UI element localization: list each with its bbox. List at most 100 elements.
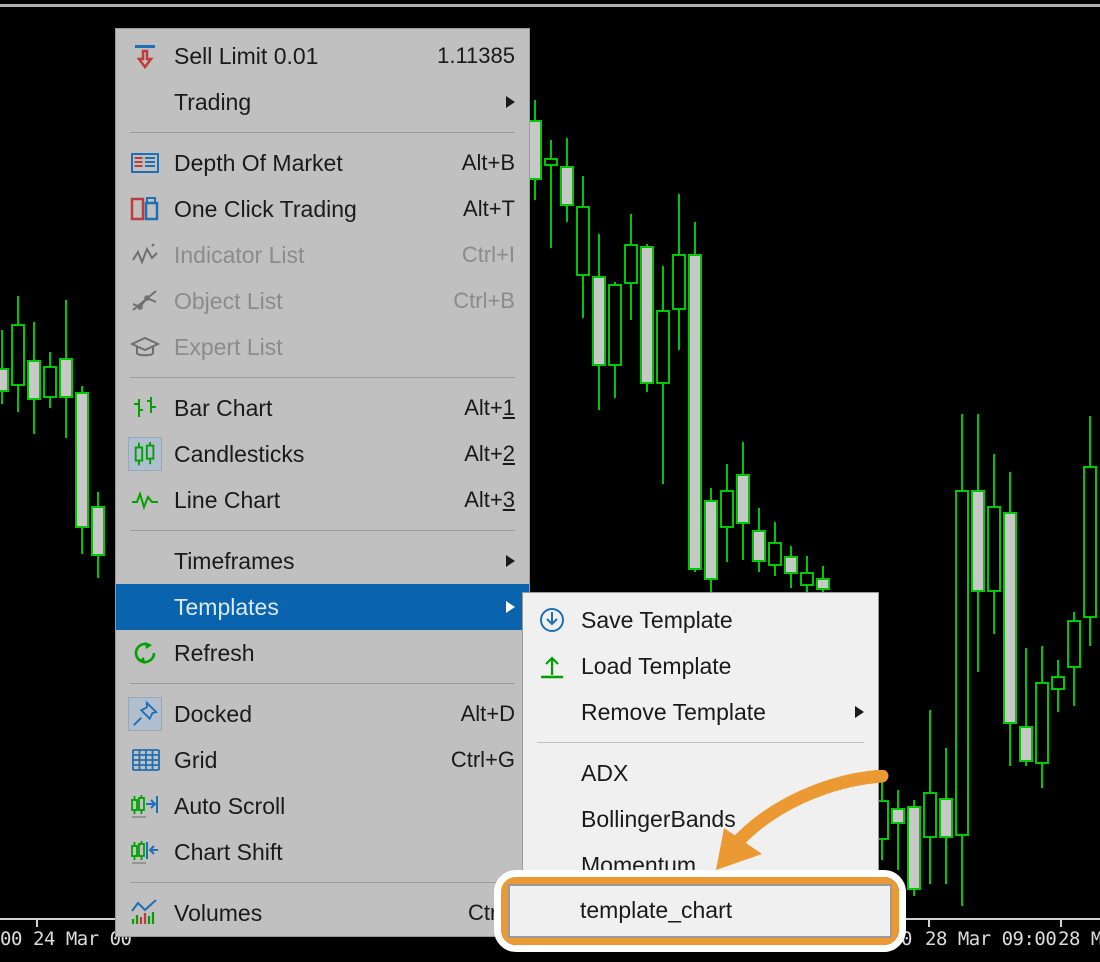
candlesticks-icon — [128, 437, 162, 471]
menu-item-line-chart[interactable]: Line Chart Alt+3 — [116, 477, 529, 523]
menu-item-timeframes[interactable]: Timeframes — [116, 538, 529, 584]
menu-item-label: Templates — [174, 593, 279, 620]
candle-body — [704, 500, 718, 580]
menu-separator — [130, 882, 515, 883]
candlestick — [800, 556, 814, 596]
menu-item-auto-scroll[interactable]: Auto Scroll — [116, 783, 529, 829]
candle-body — [923, 792, 937, 838]
candle-body — [1035, 682, 1049, 764]
menu-separator — [130, 377, 515, 378]
candle-body — [891, 808, 905, 824]
candlestick — [0, 330, 9, 404]
candle-body — [656, 310, 670, 384]
menu-item-shortcut: Alt+1 — [464, 395, 515, 420]
submenu-item-bollingerbands[interactable]: BollingerBands — [523, 796, 878, 842]
candle-wick — [1, 330, 3, 404]
menu-item-shortcut: Ctrl+ — [467, 900, 515, 925]
candle-body — [576, 206, 590, 276]
menu-item-trading[interactable]: Trading — [116, 79, 529, 125]
candle-body — [640, 246, 654, 384]
chart-context-menu[interactable]: Sell Limit 0.01 1.11385 Trading Depth Of Ma… — [115, 28, 530, 937]
candlestick — [560, 138, 574, 222]
submenu-item-label: Momentum — [581, 851, 697, 878]
sell-limit-arrow-icon — [128, 39, 162, 73]
refresh-icon — [128, 636, 162, 670]
menu-separator — [130, 132, 515, 133]
candle-body — [784, 556, 798, 574]
submenu-item-label: Load Template — [581, 652, 732, 679]
templates-submenu[interactable]: Save Template Load Template Remove Templat… — [522, 592, 879, 893]
candlestick — [891, 790, 905, 870]
submenu-item-label: Remove Template — [581, 698, 766, 725]
candle-body — [0, 368, 9, 392]
candle-body — [672, 254, 686, 310]
submenu-item-template_chart[interactable]: template_chart — [522, 897, 862, 924]
chevron-right-icon — [506, 96, 515, 108]
candle-body — [971, 490, 985, 592]
candlestick — [624, 214, 638, 320]
menu-item-docked[interactable]: Docked Alt+D — [116, 691, 529, 737]
submenu-separator — [537, 742, 864, 743]
menu-item-shortcut: Alt+D — [460, 701, 515, 726]
candlestick — [91, 492, 105, 578]
candlestick — [544, 140, 558, 248]
candle-body — [688, 254, 702, 570]
candle-body — [624, 244, 638, 284]
candle-body — [955, 490, 969, 836]
candle-body — [939, 798, 953, 838]
candle-body — [608, 284, 622, 366]
menu-item-templates[interactable]: Templates — [116, 584, 529, 630]
menu-item-label: Depth Of Market — [174, 149, 343, 176]
candle-body — [1019, 726, 1033, 762]
candlestick — [640, 244, 654, 392]
menu-item-label: Refresh — [174, 639, 255, 666]
candlestick — [907, 800, 921, 896]
candlestick — [11, 296, 25, 412]
menu-item-one-click-trading[interactable]: One Click Trading Alt+T — [116, 186, 529, 232]
candlestick — [939, 748, 953, 884]
submenu-item-save-template[interactable]: Save Template — [523, 597, 878, 643]
candle-body — [59, 358, 73, 398]
menu-item-shortcut: Alt+T — [463, 196, 515, 221]
menu-item-bar-chart[interactable]: Bar Chart Alt+1 — [116, 385, 529, 431]
candlestick — [59, 300, 73, 438]
menu-item-label: Grid — [174, 746, 218, 773]
menu-item-sell-limit-0-01[interactable]: Sell Limit 0.01 1.11385 — [116, 33, 529, 79]
axis-label: 00 — [890, 928, 912, 950]
submenu-item-load-template[interactable]: Load Template — [523, 643, 878, 689]
submenu-item-adx[interactable]: ADX — [523, 750, 878, 796]
menu-item-chart-shift[interactable]: Chart Shift — [116, 829, 529, 875]
grid-icon — [128, 743, 162, 777]
candlestick — [768, 522, 782, 576]
candlestick — [736, 442, 750, 560]
menu-item-object-list: Object List Ctrl+B — [116, 278, 529, 324]
candlestick — [43, 352, 57, 408]
menu-item-expert-list: Expert List — [116, 324, 529, 370]
candlestick — [1067, 612, 1081, 706]
candle-body — [907, 806, 921, 890]
candlestick — [784, 546, 798, 588]
menu-item-refresh[interactable]: Refresh — [116, 630, 529, 676]
menu-item-label: Bar Chart — [174, 394, 273, 421]
candle-body — [75, 392, 89, 528]
menu-item-shortcut: Alt+3 — [464, 487, 515, 512]
candlestick — [720, 464, 734, 562]
submenu-item-remove-template[interactable]: Remove Template — [523, 689, 878, 735]
candle-body — [768, 542, 782, 566]
menu-item-candlesticks[interactable]: Candlesticks Alt+2 — [116, 431, 529, 477]
axis-tick — [1060, 918, 1062, 927]
menu-item-depth-of-market[interactable]: Depth Of Market Alt+B — [116, 140, 529, 186]
candlestick — [1019, 648, 1033, 766]
chart-top-divider — [0, 4, 1100, 7]
menu-item-shortcut: Ctrl+I — [461, 242, 515, 267]
candlestick — [987, 454, 1001, 634]
candlestick — [656, 266, 670, 484]
submenu-item-momentum[interactable]: Momentum — [523, 842, 878, 888]
menu-item-grid[interactable]: Grid Ctrl+G — [116, 737, 529, 783]
candlestick — [1051, 660, 1065, 712]
chevron-right-icon — [506, 555, 515, 567]
candle-body — [11, 324, 25, 386]
menu-item-volumes[interactable]: Volumes Ctrl+ — [116, 890, 529, 936]
volumes-icon — [128, 896, 162, 930]
load-template-icon — [535, 649, 569, 683]
